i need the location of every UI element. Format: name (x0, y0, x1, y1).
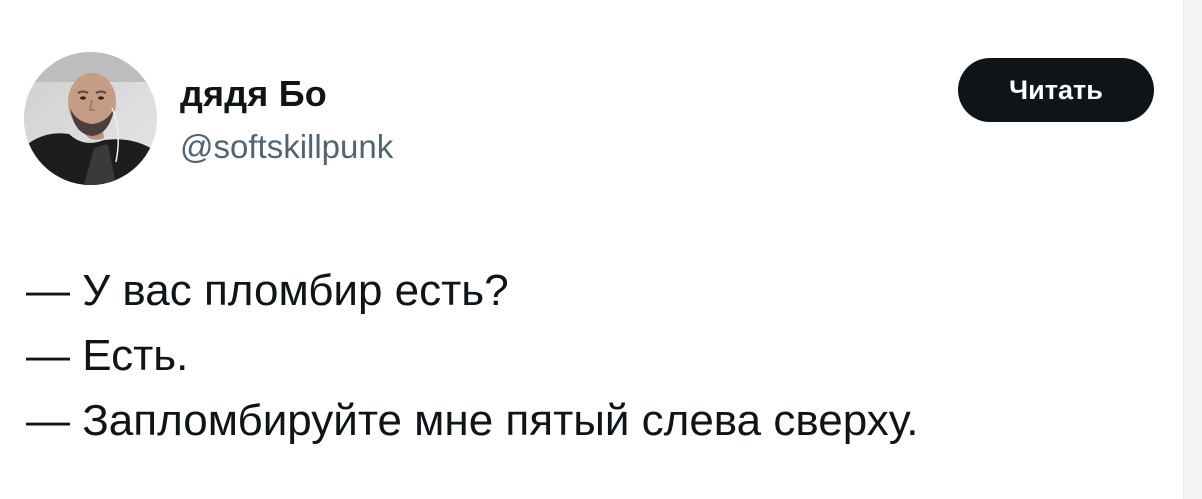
tweet-card: дядя Бо @softskillpunk Читать — У вас пл… (0, 0, 1180, 499)
tweet-line: — Есть. (26, 331, 189, 380)
tweet-line: — У вас пломбир есть? (26, 266, 509, 315)
avatar[interactable] (24, 52, 157, 185)
tweet-line: — Запломбируйте мне пятый слева сверху. (26, 396, 919, 445)
follow-button[interactable]: Читать (958, 58, 1154, 122)
tweet-text: — У вас пломбир есть? — Есть. — Запломби… (26, 258, 919, 453)
author-display-name[interactable]: дядя Бо (180, 72, 327, 116)
author-handle[interactable]: @softskillpunk (180, 126, 393, 168)
avatar-photo-icon (24, 52, 157, 185)
scrollbar[interactable] (1183, 0, 1202, 499)
